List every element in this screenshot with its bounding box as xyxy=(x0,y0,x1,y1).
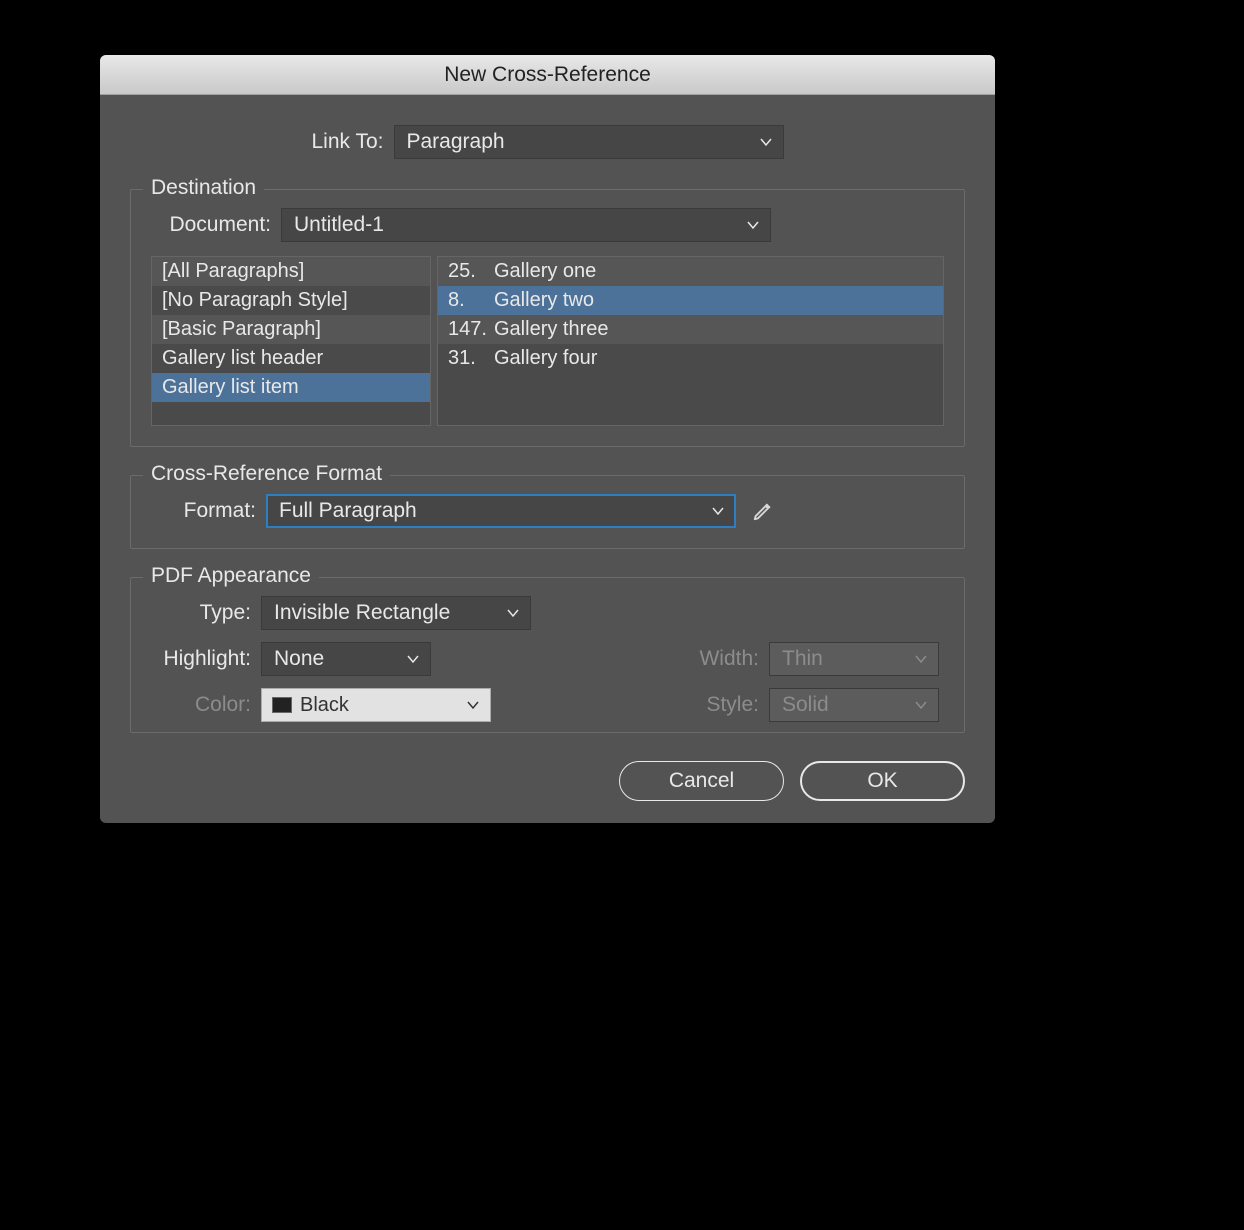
list-item[interactable]: [Basic Paragraph] xyxy=(152,315,430,344)
pdf-style-label: Style: xyxy=(659,693,769,717)
document-value: Untitled-1 xyxy=(294,213,384,237)
list-item[interactable]: [All Paragraphs] xyxy=(152,257,430,286)
pdf-color-label: Color: xyxy=(151,693,261,717)
pdf-style-value: Solid xyxy=(782,693,829,717)
pdf-highlight-label: Highlight: xyxy=(151,647,261,671)
edit-format-button[interactable] xyxy=(750,498,776,524)
dialog-title: New Cross-Reference xyxy=(444,63,651,87)
document-label: Document: xyxy=(151,213,271,237)
cancel-button[interactable]: Cancel xyxy=(619,761,784,801)
list-item[interactable]: [No Paragraph Style] xyxy=(152,286,430,315)
pdf-color-value: Black xyxy=(300,694,349,717)
format-label: Format: xyxy=(151,499,256,523)
chevron-down-icon xyxy=(466,698,480,712)
list-item[interactable]: 8.Gallery two xyxy=(438,286,943,315)
chevron-down-icon xyxy=(506,606,520,620)
pdf-type-label: Type: xyxy=(151,601,261,625)
list-item[interactable]: Gallery list item xyxy=(152,373,430,402)
chevron-down-icon xyxy=(914,698,928,712)
dialog-button-row: Cancel OK xyxy=(130,761,965,801)
destination-fieldset: Destination Document: Untitled-1 [All Pa… xyxy=(130,189,965,447)
pencil-icon xyxy=(752,500,774,522)
color-swatch xyxy=(272,697,292,713)
format-legend: Cross-Reference Format xyxy=(143,462,390,486)
format-value: Full Paragraph xyxy=(279,499,417,523)
pdf-width-value: Thin xyxy=(782,647,823,671)
pdf-width-dropdown: Thin xyxy=(769,642,939,676)
chevron-down-icon xyxy=(711,504,725,518)
chevron-down-icon xyxy=(746,218,760,232)
pdf-width-label: Width: xyxy=(659,647,769,671)
ok-button[interactable]: OK xyxy=(800,761,965,801)
pdf-style-dropdown: Solid xyxy=(769,688,939,722)
paragraph-styles-list[interactable]: [All Paragraphs] [No Paragraph Style] [B… xyxy=(151,256,431,426)
chevron-down-icon xyxy=(914,652,928,666)
destination-legend: Destination xyxy=(143,176,264,200)
link-to-dropdown[interactable]: Paragraph xyxy=(394,125,784,159)
pdf-highlight-value: None xyxy=(274,647,324,671)
pdf-appearance-fieldset: PDF Appearance Type: Invisible Rectangle… xyxy=(130,577,965,733)
format-dropdown[interactable]: Full Paragraph xyxy=(266,494,736,528)
format-row: Format: Full Paragraph xyxy=(151,494,944,528)
document-row: Document: Untitled-1 xyxy=(151,208,944,242)
pdf-highlight-dropdown[interactable]: None xyxy=(261,642,431,676)
list-item[interactable]: 147.Gallery three xyxy=(438,315,943,344)
chevron-down-icon xyxy=(759,135,773,149)
list-item[interactable]: Gallery list header xyxy=(152,344,430,373)
chevron-down-icon xyxy=(406,652,420,666)
link-to-label: Link To: xyxy=(312,130,384,154)
pdf-type-dropdown[interactable]: Invisible Rectangle xyxy=(261,596,531,630)
paragraphs-list[interactable]: 25.Gallery one 8.Gallery two 147.Gallery… xyxy=(437,256,944,426)
document-dropdown[interactable]: Untitled-1 xyxy=(281,208,771,242)
format-fieldset: Cross-Reference Format Format: Full Para… xyxy=(130,475,965,549)
dialog-titlebar: New Cross-Reference xyxy=(100,55,995,95)
pdf-type-value: Invisible Rectangle xyxy=(274,601,450,625)
destination-lists: [All Paragraphs] [No Paragraph Style] [B… xyxy=(151,256,944,426)
pdf-legend: PDF Appearance xyxy=(143,564,319,588)
cross-reference-dialog: New Cross-Reference Link To: Paragraph D… xyxy=(100,55,995,823)
link-to-value: Paragraph xyxy=(407,130,505,154)
list-item[interactable]: 31.Gallery four xyxy=(438,344,943,373)
pdf-color-dropdown: Black xyxy=(261,688,501,722)
link-to-row: Link To: Paragraph xyxy=(130,125,965,159)
list-item[interactable]: 25.Gallery one xyxy=(438,257,943,286)
